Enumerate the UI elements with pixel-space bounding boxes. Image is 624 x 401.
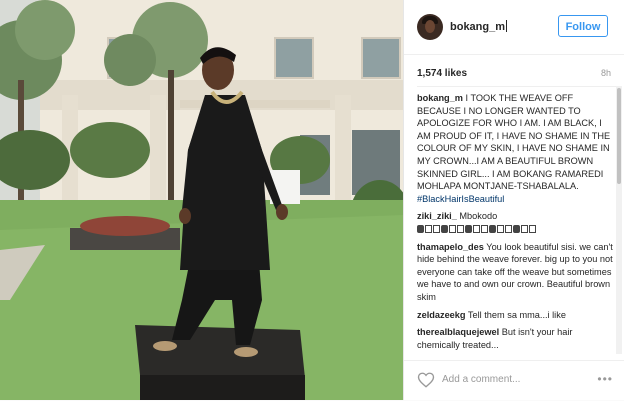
caption-text: I TOOK THE WEAVE OFF BECAUSE I NO LONGER…: [417, 93, 611, 192]
emoji-box-icon: [497, 224, 504, 233]
instagram-post-modal: bokang_m Follow 1,574 likes 8h bokang_m …: [0, 0, 624, 400]
emoji-box-icon: [425, 224, 432, 233]
emoji-box-icon: [449, 224, 456, 233]
raised-fist-icon: [465, 224, 472, 233]
comment-footer: Add a comment... •••: [404, 360, 624, 401]
emoji-box-icon: [433, 224, 440, 233]
post-header: bokang_m Follow: [404, 0, 624, 55]
comment-author[interactable]: zeldazeekg: [417, 310, 466, 320]
emoji-box-icon: [481, 224, 488, 233]
post-side-panel: bokang_m Follow 1,574 likes 8h bokang_m …: [403, 0, 624, 400]
hashtag-link[interactable]: #BlackHairIsBeautiful: [417, 194, 504, 204]
more-options-icon[interactable]: •••: [597, 372, 613, 386]
comment-author[interactable]: therealblaquejewel: [417, 327, 499, 337]
likes-count[interactable]: 1,574 likes: [417, 68, 467, 79]
scrollbar-thumb[interactable]: [617, 88, 621, 184]
comment-text: Tell them sa mma...i like: [467, 309, 566, 320]
post-photo[interactable]: [0, 0, 403, 400]
comments-list[interactable]: bokang_m I TOOK THE WEAVE OFF BECAUSE I …: [417, 86, 617, 354]
text-caret: [506, 20, 508, 32]
follow-button[interactable]: Follow: [558, 15, 608, 37]
post-image: [0, 0, 403, 400]
username-link[interactable]: bokang_m: [450, 20, 508, 33]
post-timestamp[interactable]: 8h: [601, 68, 611, 78]
emoji-box-icon: [457, 224, 464, 233]
comment-author[interactable]: thamapelo_des: [417, 242, 484, 252]
emoji-box-icon: [505, 224, 512, 233]
add-comment-input[interactable]: Add a comment...: [442, 374, 520, 385]
raised-fist-icon: [513, 224, 520, 233]
caption: bokang_m I TOOK THE WEAVE OFF BECAUSE I …: [417, 92, 617, 205]
avatar[interactable]: [417, 14, 443, 40]
list-item: zeldazeekg Tell them sa mma...i like: [417, 309, 617, 322]
raised-fist-icon: [417, 224, 424, 233]
list-item: thamapelo_des You look beautiful sisi. w…: [417, 241, 617, 304]
list-item: ziki_ziki_ Mbokodo: [417, 210, 617, 235]
heart-icon[interactable]: [417, 371, 435, 389]
caption-author[interactable]: bokang_m: [417, 93, 463, 103]
comment-text: Mbokodo: [459, 211, 498, 222]
emoji-box-icon: [473, 224, 480, 233]
emoji-box-icon: [521, 224, 528, 233]
comment-author[interactable]: ziki_ziki_: [417, 211, 457, 221]
list-item: therealblaquejewel But isn't your hair c…: [417, 326, 617, 351]
raised-fist-icon: [441, 224, 448, 233]
emoji-row: [417, 223, 537, 236]
emoji-box-icon: [529, 224, 536, 233]
raised-fist-icon: [489, 224, 496, 233]
